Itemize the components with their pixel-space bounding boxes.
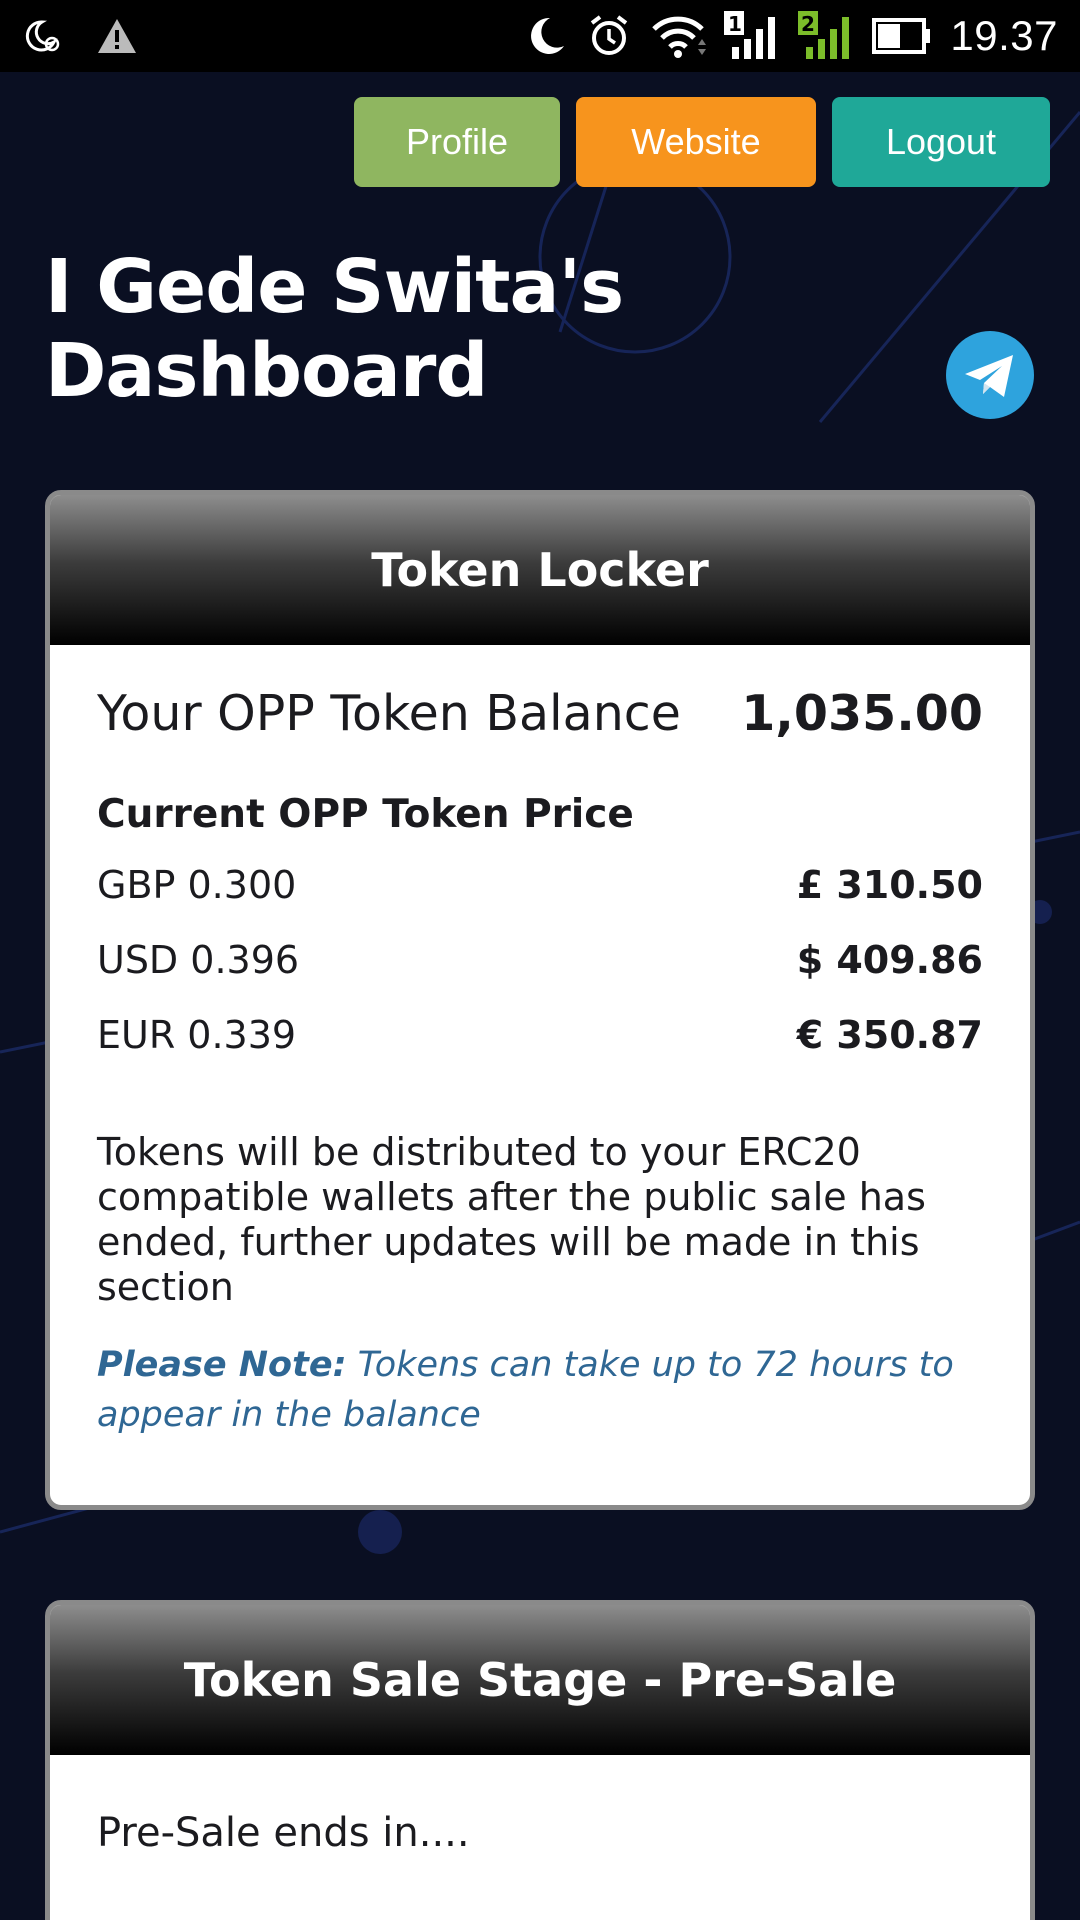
price-title: Current OPP Token Price <box>97 792 634 837</box>
balance-label: Your OPP Token Balance <box>97 685 681 742</box>
token-balance: Your OPP Token Balance 1,035.00 <box>97 685 983 742</box>
status-bar: 1 2 19.37 <box>0 0 1080 72</box>
status-time: 19.37 <box>950 12 1058 59</box>
price-label: USD 0.396 <box>97 937 300 982</box>
alarm-icon <box>586 13 632 59</box>
token-locker-card: Token Locker Your OPP Token Balance 1,03… <box>45 490 1035 1510</box>
price-label: EUR 0.339 <box>97 1012 297 1057</box>
signal-icon: 2 <box>798 11 854 61</box>
moon-icon <box>524 14 568 58</box>
page-title-line2: Dashboard <box>45 328 488 414</box>
price-row: USD 0.396 $ 409.86 <box>97 922 983 997</box>
note-label: Please Note: <box>97 1345 347 1385</box>
page-title-line1: I Gede Swita's <box>45 244 624 330</box>
presale-ends-text: Pre-Sale ends in.... <box>97 1810 470 1856</box>
token-sale-card: Token Sale Stage - Pre-Sale Pre-Sale end… <box>45 1600 1035 1920</box>
balance-note: Please Note: Tokens can take up to 72 ho… <box>97 1340 983 1440</box>
logout-button[interactable]: Logout <box>832 97 1050 187</box>
price-row: GBP 0.300 £ 310.50 <box>97 847 983 922</box>
price-value: £ 310.50 <box>796 862 983 907</box>
balance-value: 1,035.00 <box>741 685 983 742</box>
website-button[interactable]: Website <box>576 97 816 187</box>
page-title: I Gede Swita's Dashboard <box>45 245 685 413</box>
price-row: EUR 0.339 € 350.87 <box>97 997 983 1072</box>
battery-icon <box>872 16 932 56</box>
top-nav: Profile Website Logout <box>354 97 1050 187</box>
svg-text:2: 2 <box>801 12 815 36</box>
signal-icon: 1 <box>724 11 780 61</box>
wifi-icon <box>650 13 707 59</box>
price-value: € 350.87 <box>796 1012 983 1057</box>
telegram-icon[interactable] <box>945 330 1035 420</box>
distribution-text: Tokens will be distributed to your ERC20… <box>97 1130 926 1309</box>
price-list: GBP 0.300 £ 310.50 USD 0.396 $ 409.86 EU… <box>97 847 983 1072</box>
do-not-disturb-icon <box>22 16 62 56</box>
profile-button[interactable]: Profile <box>354 97 560 187</box>
price-label: GBP 0.300 <box>97 862 297 907</box>
svg-text:1: 1 <box>728 12 742 36</box>
warning-icon <box>96 17 138 55</box>
token-sale-header: Token Sale Stage - Pre-Sale <box>50 1605 1030 1755</box>
price-value: $ 409.86 <box>796 937 983 982</box>
token-locker-header: Token Locker <box>50 495 1030 645</box>
